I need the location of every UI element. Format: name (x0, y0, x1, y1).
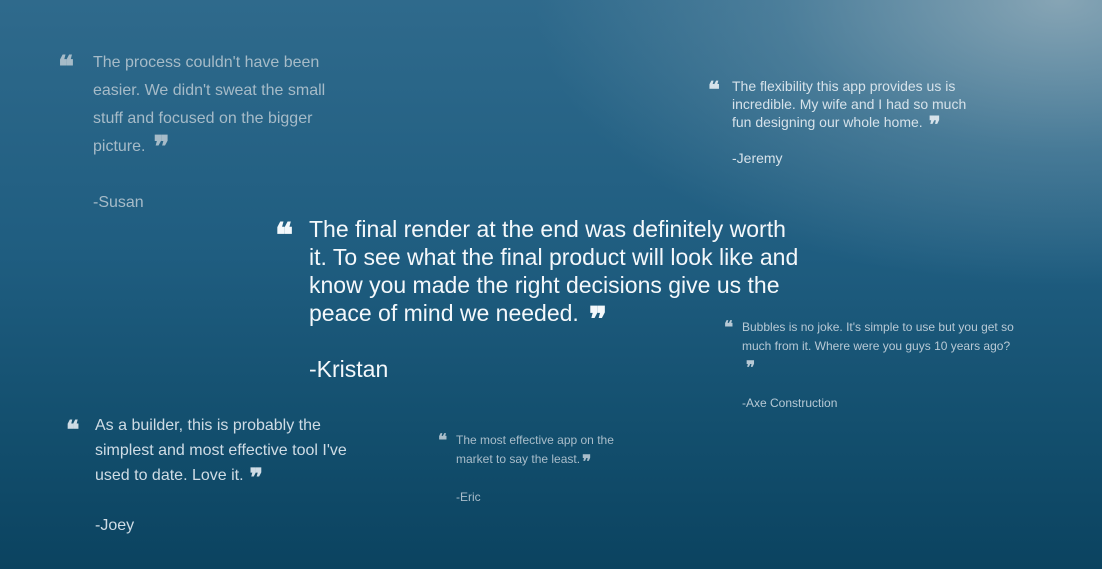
testimonial-author: -Kristan (309, 356, 389, 382)
open-quote-icon: ❝ (275, 216, 293, 256)
testimonial-kristan-featured: ❝ The final render at the end was defini… (275, 215, 809, 383)
testimonial-text: The most effective app on the market to … (456, 433, 614, 466)
testimonial-susan: ❝ The process couldn't have been easier.… (58, 49, 338, 217)
testimonial-author: -Axe Construction (742, 396, 838, 410)
testimonial-text: The final render at the end was definite… (309, 216, 799, 326)
open-quote-icon: ❝ (66, 415, 79, 444)
testimonial-jeremy: ❝ The flexibility this app provides us i… (708, 77, 982, 167)
testimonial-axe-construction: ❝ Bubbles is no joke. It's simple to use… (724, 318, 1017, 413)
open-quote-icon: ❝ (58, 50, 74, 85)
testimonial-text: As a builder, this is probably the simpl… (95, 417, 347, 484)
testimonial-author: -Jeremy (732, 150, 783, 166)
testimonial-author: -Susan (93, 194, 144, 211)
testimonial-text: The process couldn't have been easier. W… (93, 54, 326, 155)
open-quote-icon: ❝ (438, 431, 447, 451)
open-quote-icon: ❝ (708, 77, 720, 103)
testimonial-author: -Joey (95, 517, 135, 534)
testimonial-joey: ❝ As a builder, this is probably the sim… (66, 413, 370, 538)
testimonial-text: Bubbles is no joke. It's simple to use b… (742, 320, 1014, 353)
testimonial-author: -Eric (456, 490, 481, 504)
testimonial-eric: ❝ The most effective app on the market t… (438, 431, 636, 507)
open-quote-icon: ❝ (724, 318, 733, 338)
